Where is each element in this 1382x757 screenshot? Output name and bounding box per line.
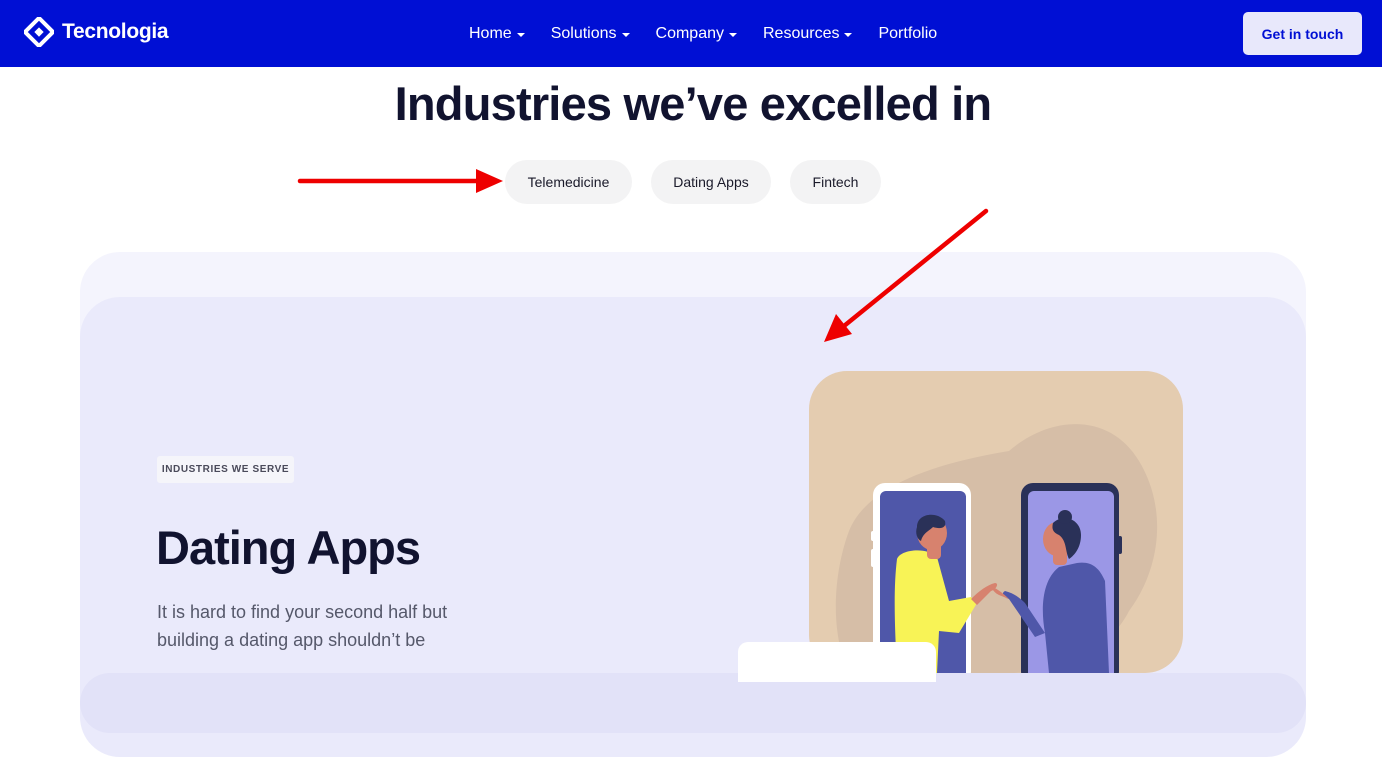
tab-fintech[interactable]: Fintech [790,160,881,204]
nav-label: Company [655,24,724,42]
brand-logo[interactable]: Tecnologia [24,17,169,47]
get-in-touch-button[interactable]: Get in touch [1243,12,1362,55]
nav-label: Solutions [550,24,617,42]
chevron-down-icon [729,32,737,37]
chevron-down-icon [621,32,630,37]
section-heading: Industries we’ve excelled in [394,77,993,130]
dating-illustration [809,371,1183,673]
tab-telemedicine[interactable]: Telemedicine [505,160,632,204]
brand-name: Tecnologia [62,20,169,43]
nav-label: Home [469,24,512,42]
floating-card [738,642,936,682]
panel-stack-next [80,673,1306,733]
chevron-down-icon [844,32,853,37]
nav-label: Portfolio [878,24,938,42]
section-badge: INDUSTRIES WE SERVE [157,456,294,483]
chevron-down-icon [516,32,525,37]
nav-label: Resources [763,24,840,42]
panel-title: Dating Apps [156,521,421,574]
nav-item-portfolio[interactable]: Portfolio [878,25,937,43]
nav-item-home[interactable]: Home [469,25,525,43]
main-nav: Home Solutions Company Resources Portfol… [469,0,937,67]
industry-tabs: Telemedicine Dating Apps Fintech [0,160,1382,204]
top-navbar: Tecnologia Home Solutions Company Resour… [0,0,1382,67]
nav-item-solutions[interactable]: Solutions [551,25,630,43]
tab-dating-apps[interactable]: Dating Apps [651,160,771,204]
nav-item-company[interactable]: Company [656,25,737,43]
nav-item-resources[interactable]: Resources [763,24,853,43]
panel-description: It is hard to find your second half but … [157,602,448,650]
logo-icon [24,17,54,47]
